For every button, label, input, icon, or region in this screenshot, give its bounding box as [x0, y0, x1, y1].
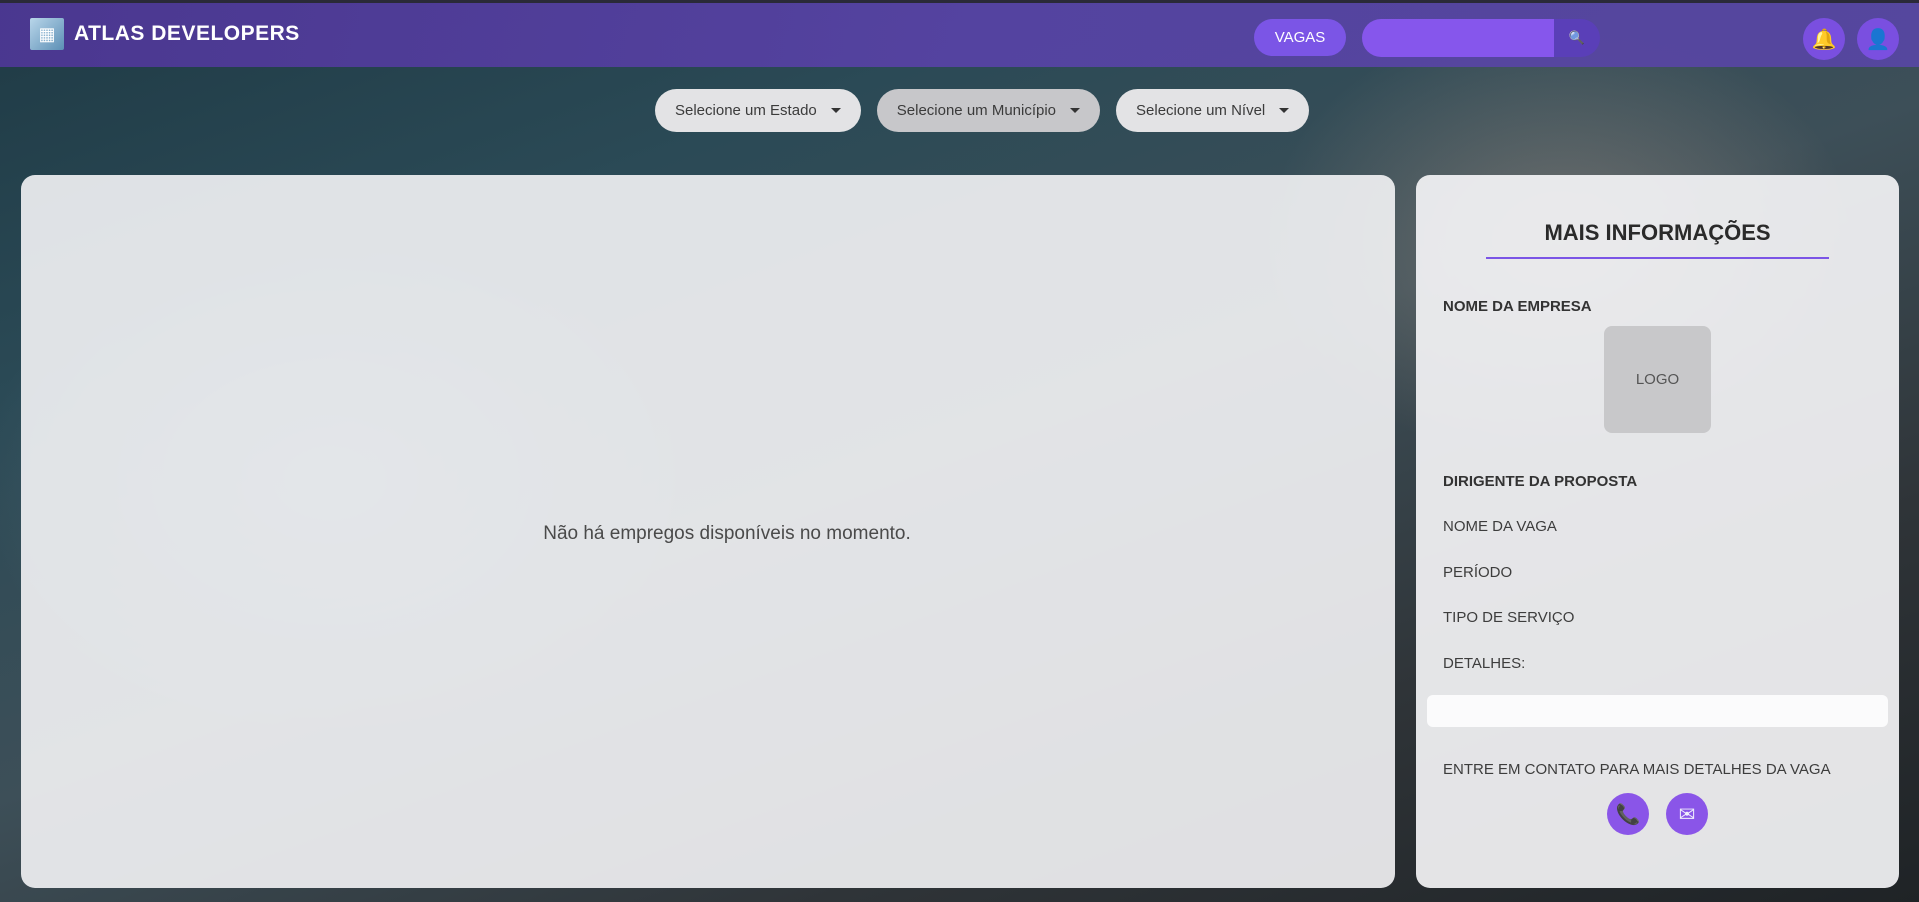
job-name-label: NOME DA VAGA [1443, 518, 1557, 535]
company-logo-placeholder: LOGO [1604, 326, 1711, 433]
profile-button[interactable]: 👤 [1857, 18, 1899, 60]
nivel-select-label: Selecione um Nível [1136, 102, 1266, 119]
jobs-list-panel: Não há empregos disponíveis no momento. [21, 175, 1395, 888]
proposer-label: DIRIGENTE DA PROPOSTA [1443, 473, 1638, 490]
details-label: DETALHES: [1443, 655, 1526, 672]
bell-icon: 🔔 [1811, 28, 1837, 51]
municipio-select-label: Selecione um Município [896, 102, 1057, 119]
period-label: PERÍODO [1443, 564, 1513, 581]
vagas-button[interactable]: VAGAS [1254, 19, 1346, 56]
filters-bar: Selecione um Estado Selecione um Municíp… [655, 89, 1310, 132]
contact-text: ENTRE EM CONTATO PARA MAIS DETALHES DA V… [1443, 761, 1831, 778]
chevron-down-icon [1070, 108, 1081, 113]
search-button[interactable]: 🔍 [1554, 19, 1600, 57]
municipio-select[interactable]: Selecione um Município [876, 89, 1101, 132]
details-content [1427, 695, 1888, 727]
email-contact-button[interactable]: ✉ [1666, 793, 1708, 835]
top-navbar: ▦ ATLAS DEVELOPERS VAGAS 🔍 🔔 👤 [0, 0, 1919, 67]
logo-label: LOGO [1635, 371, 1680, 388]
estado-select-label: Selecione um Estado [675, 102, 817, 119]
search-icon: 🔍 [1568, 30, 1586, 45]
phone-icon: 📞 [1615, 803, 1641, 826]
phone-contact-button[interactable]: 📞 [1607, 793, 1649, 835]
title-underline [1486, 257, 1829, 259]
estado-select[interactable]: Selecione um Estado [655, 89, 861, 132]
search-bar: 🔍 [1362, 19, 1600, 57]
chevron-down-icon [830, 108, 841, 113]
mail-icon: ✉ [1678, 803, 1696, 826]
brand-logo-icon: ▦ [30, 18, 64, 50]
chevron-down-icon [1279, 108, 1290, 113]
empty-jobs-message: Não há empregos disponíveis no momento. [543, 523, 911, 544]
notifications-button[interactable]: 🔔 [1803, 18, 1845, 60]
service-type-label: TIPO DE SERVIÇO [1443, 609, 1575, 626]
job-info-panel: MAIS INFORMAÇÕES NOME DA EMPRESA LOGO DI… [1416, 175, 1899, 888]
user-icon: 👤 [1865, 28, 1891, 51]
brand[interactable]: ▦ ATLAS DEVELOPERS [30, 18, 300, 50]
nivel-select[interactable]: Selecione um Nível [1116, 89, 1310, 132]
search-input[interactable] [1362, 19, 1554, 57]
info-panel-title: MAIS INFORMAÇÕES [1544, 220, 1771, 245]
company-name-label: NOME DA EMPRESA [1443, 298, 1592, 315]
brand-name: ATLAS DEVELOPERS [74, 22, 300, 45]
